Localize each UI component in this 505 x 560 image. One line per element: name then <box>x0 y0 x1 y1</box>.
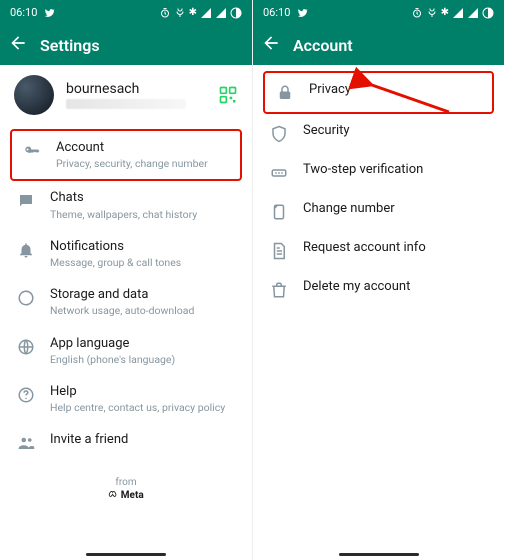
list-item-account[interactable]: Account Privacy, security, change number <box>10 129 242 181</box>
item-title: Change number <box>303 201 488 217</box>
globe-icon <box>16 337 36 357</box>
status-icons: ✱ <box>411 7 494 19</box>
profile-name: bournesach <box>66 81 206 97</box>
item-title: Storage and data <box>50 287 236 303</box>
key-icon <box>22 141 42 161</box>
page-title: Account <box>293 36 353 55</box>
item-title: Security <box>303 123 488 139</box>
trash-icon <box>269 280 289 300</box>
list-item-request-info[interactable]: Request account info <box>259 231 498 270</box>
gesture-bar <box>339 553 419 556</box>
avatar <box>14 75 54 115</box>
status-icons: ✱ <box>159 7 242 19</box>
list-item-delete-account[interactable]: Delete my account <box>259 270 498 309</box>
shield-icon <box>269 124 289 144</box>
status-time: 06:10 <box>10 6 37 19</box>
list-item-privacy[interactable]: Privacy <box>263 71 494 114</box>
data-icon <box>16 288 36 308</box>
meta-logo: Meta <box>0 489 252 502</box>
item-sub: Privacy, security, change number <box>56 157 230 170</box>
item-title: Delete my account <box>303 279 488 295</box>
status-bar: 06:10 ✱ <box>0 0 252 25</box>
screen-account: 06:10 ✱ Account Privacy <box>252 0 504 560</box>
item-sub: Network usage, auto-download <box>50 304 236 317</box>
footer-from: from <box>0 476 252 489</box>
twitter-icon <box>43 7 55 19</box>
list-item-help[interactable]: Help Help centre, contact us, privacy po… <box>6 375 246 423</box>
list-item-storage[interactable]: Storage and data Network usage, auto-dow… <box>6 278 246 326</box>
list-item-change-number[interactable]: Change number <box>259 192 498 231</box>
appbar: Account <box>253 25 504 65</box>
appbar: Settings <box>0 25 252 65</box>
list-item-notifications[interactable]: Notifications Message, group & call tone… <box>6 230 246 278</box>
item-title: Account <box>56 140 230 156</box>
screen-settings: 06:10 ✱ Settings bournesach <box>0 0 252 560</box>
item-title: Help <box>50 384 236 400</box>
item-sub: Theme, wallpapers, chat history <box>50 208 236 221</box>
help-icon <box>16 385 36 405</box>
settings-list: Account Privacy, security, change number… <box>0 129 252 462</box>
item-sub: Message, group & call tones <box>50 256 236 269</box>
status-time: 06:10 <box>263 6 290 19</box>
back-icon[interactable] <box>8 33 28 57</box>
back-icon[interactable] <box>261 33 281 57</box>
list-item-twostep[interactable]: Two-step verification <box>259 153 498 192</box>
sim-icon <box>269 202 289 222</box>
document-icon <box>269 241 289 261</box>
bell-icon <box>16 240 36 260</box>
footer: from Meta <box>0 476 252 502</box>
item-title: Chats <box>50 190 236 206</box>
list-item-chats[interactable]: Chats Theme, wallpapers, chat history <box>6 181 246 229</box>
item-title: App language <box>50 336 236 352</box>
twitter-icon <box>296 7 308 19</box>
item-title: Notifications <box>50 239 236 255</box>
profile-status <box>66 99 186 109</box>
list-item-security[interactable]: Security <box>259 114 498 153</box>
item-title: Two-step verification <box>303 162 488 178</box>
profile-row[interactable]: bournesach <box>0 65 252 129</box>
gesture-bar <box>86 553 166 556</box>
item-title: Request account info <box>303 240 488 256</box>
item-title: Invite a friend <box>50 432 236 448</box>
page-title: Settings <box>40 36 100 55</box>
status-bar: 06:10 ✱ <box>253 0 504 25</box>
qr-icon[interactable] <box>218 85 238 105</box>
chat-icon <box>16 191 36 211</box>
list-item-invite[interactable]: Invite a friend <box>6 423 246 462</box>
item-sub: English (phone's language) <box>50 353 236 366</box>
account-list: Privacy Security Two-step verification C… <box>253 65 504 309</box>
item-sub: Help centre, contact us, privacy policy <box>50 401 236 414</box>
lock-icon <box>275 83 295 103</box>
list-item-language[interactable]: App language English (phone's language) <box>6 327 246 375</box>
item-title: Privacy <box>309 82 482 98</box>
pin-icon <box>269 163 289 183</box>
people-icon <box>16 433 36 453</box>
